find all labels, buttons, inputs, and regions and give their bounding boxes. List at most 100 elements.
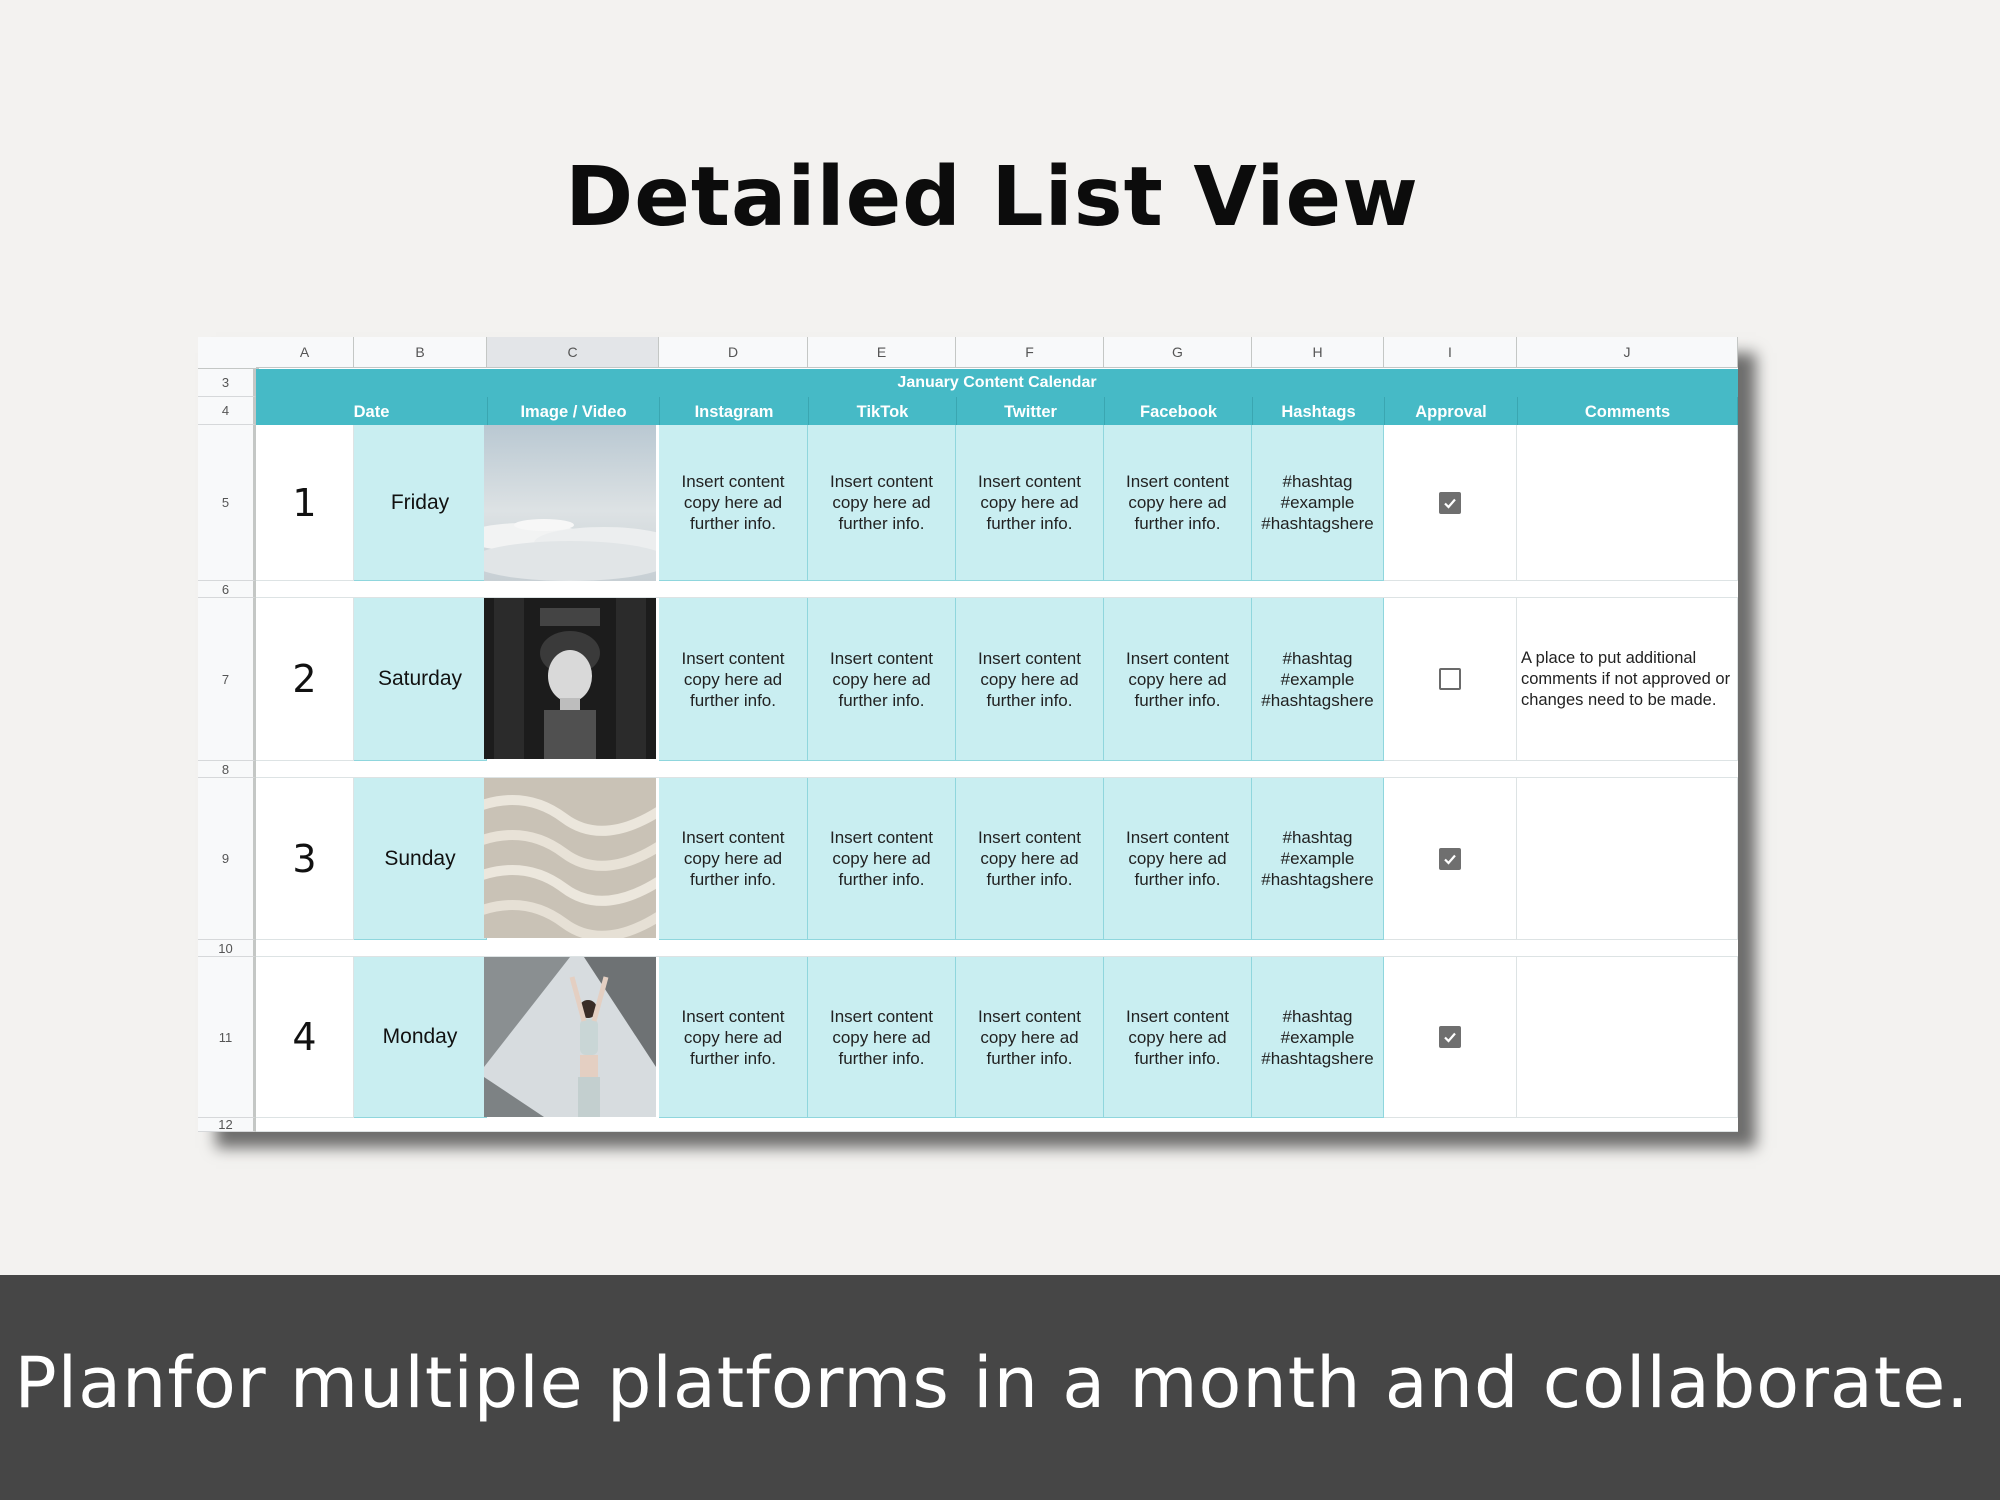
row-number-6[interactable]: 6 [198, 581, 256, 598]
header-tiktok[interactable]: TikTok [809, 397, 957, 425]
row-number-11[interactable]: 11 [198, 957, 256, 1118]
instagram-copy-text: Insert content copy here ad further info… [681, 472, 785, 533]
facebook-copy-cell[interactable]: Insert content copy here ad further info… [1104, 778, 1252, 940]
hashtags-text: #hashtag #example #hashtagshere [1255, 471, 1379, 534]
select-all-corner[interactable] [198, 337, 259, 369]
checkmark-icon [1444, 854, 1456, 865]
comment-cell[interactable] [1517, 957, 1738, 1118]
day-number-cell[interactable]: 4 [256, 957, 354, 1118]
day-number-cell[interactable]: 3 [256, 778, 354, 940]
comment-cell[interactable] [1517, 425, 1738, 581]
weekday-cell[interactable]: Monday [354, 957, 487, 1118]
weekday-cell[interactable]: Sunday [354, 778, 487, 940]
hashtag: #hashtagshere [1261, 1048, 1374, 1068]
facebook-copy-text: Insert content copy here ad further info… [1125, 648, 1229, 710]
facebook-copy-cell[interactable]: Insert content copy here ad further info… [1104, 425, 1252, 581]
tiktok-copy-cell[interactable]: Insert content copy here ad further info… [808, 957, 956, 1118]
hashtags-cell[interactable]: #hashtag #example #hashtagshere [1252, 598, 1384, 761]
row-number-4[interactable]: 4 [198, 397, 256, 425]
row-number-9[interactable]: 9 [198, 778, 256, 940]
twitter-copy-cell[interactable]: Insert content copy here ad further info… [956, 778, 1104, 940]
row-number-10[interactable]: 10 [198, 940, 256, 957]
hashtag: #hashtag [1282, 472, 1353, 491]
spacer-row[interactable] [256, 1118, 1738, 1132]
weekday-cell[interactable]: Saturday [354, 598, 487, 761]
spacer-row[interactable] [256, 940, 1738, 957]
media-thumbnail[interactable] [484, 957, 658, 1118]
header-comments[interactable]: Comments [1518, 397, 1738, 425]
header-twitter[interactable]: Twitter [957, 397, 1105, 425]
spacer-row[interactable] [256, 761, 1738, 778]
approval-checkbox-checked[interactable] [1439, 847, 1461, 870]
header-approval[interactable]: Approval [1385, 397, 1518, 425]
row-number-12[interactable]: 12 [198, 1118, 256, 1132]
approval-checkbox-unchecked[interactable] [1439, 668, 1461, 690]
spreadsheet: ABCDEFGHIJ 3 4 5 6 7 8 9 10 11 12 January Content… [198, 337, 1738, 1132]
comment-cell[interactable]: A place to put additional comments if no… [1517, 598, 1738, 761]
instagram-copy-text: Insert content copy here ad further info… [681, 1006, 785, 1068]
twitter-copy-cell[interactable]: Insert content copy here ad further info… [956, 957, 1104, 1118]
column-header-g[interactable]: G [1104, 337, 1252, 368]
instagram-copy-cell[interactable]: Insert content copy here ad further info… [659, 778, 808, 940]
column-header-e[interactable]: E [808, 337, 956, 368]
hashtag: #hashtagshere [1261, 690, 1374, 710]
header-facebook[interactable]: Facebook [1105, 397, 1253, 425]
weekday-cell[interactable]: Friday [354, 425, 487, 581]
tiktok-copy-cell[interactable]: Insert content copy here ad further info… [808, 778, 956, 940]
day-number-cell[interactable]: 1 [256, 425, 354, 581]
day-number-cell[interactable]: 2 [256, 598, 354, 761]
hashtags-cell[interactable]: #hashtag #example #hashtagshere [1252, 957, 1384, 1118]
media-thumbnail[interactable] [484, 425, 658, 581]
header-date[interactable]: Date [256, 397, 488, 425]
row-number-5[interactable]: 5 [198, 425, 256, 581]
hashtags-cell[interactable]: #hashtag #example #hashtagshere [1252, 778, 1384, 940]
instagram-copy-cell[interactable]: Insert content copy here ad further info… [659, 957, 808, 1118]
row-number-8[interactable]: 8 [198, 761, 256, 778]
hashtag: #hashtagshere [1261, 870, 1374, 889]
column-header-b[interactable]: B [354, 337, 487, 368]
media-thumbnail[interactable] [484, 598, 658, 761]
column-header-i[interactable]: I [1384, 337, 1517, 368]
day-number: 3 [292, 836, 317, 881]
hashtag: #hashtag [1282, 648, 1353, 668]
media-thumbnail[interactable] [484, 778, 658, 940]
hashtag: #hashtagshere [1261, 514, 1374, 533]
column-header-bar: ABCDEFGHIJ [198, 337, 1738, 369]
approval-checkbox-checked[interactable] [1439, 1026, 1461, 1048]
approval-checkbox-checked[interactable] [1439, 491, 1461, 514]
instagram-copy-cell[interactable]: Insert content copy here ad further info… [659, 598, 808, 761]
twitter-copy-cell[interactable]: Insert content copy here ad further info… [956, 598, 1104, 761]
facebook-copy-cell[interactable]: Insert content copy here ad further info… [1104, 957, 1252, 1118]
spacer-row[interactable] [256, 581, 1738, 598]
header-row: Date Image / Video Instagram TikTok Twit… [256, 397, 1738, 425]
twitter-copy-cell[interactable]: Insert content copy here ad further info… [956, 425, 1104, 581]
column-header-a[interactable]: A [256, 337, 354, 368]
column-header-f[interactable]: F [956, 337, 1104, 368]
calendar-banner[interactable]: January Content Calendar [256, 369, 1738, 397]
header-instagram[interactable]: Instagram [660, 397, 809, 425]
column-header-c[interactable]: C [487, 337, 659, 368]
day-number: 4 [292, 1015, 317, 1059]
comment-cell[interactable] [1517, 778, 1738, 940]
column-header-h[interactable]: H [1252, 337, 1384, 368]
hashtags-cell[interactable]: #hashtag #example #hashtagshere [1252, 425, 1384, 581]
column-header-j[interactable]: J [1517, 337, 1738, 368]
checkmark-icon [1444, 1032, 1456, 1043]
header-hashtags[interactable]: Hashtags [1253, 397, 1385, 425]
instagram-copy-text: Insert content copy here ad further info… [681, 648, 785, 710]
weekday-label: Monday [382, 1025, 458, 1048]
header-image-video[interactable]: Image / Video [488, 397, 660, 425]
approval-cell [1384, 598, 1517, 761]
facebook-copy-cell[interactable]: Insert content copy here ad further info… [1104, 598, 1252, 761]
hashtag: #hashtag [1282, 1006, 1353, 1026]
hashtags-text: #hashtag #example #hashtagshere [1255, 827, 1379, 890]
column-header-d[interactable]: D [659, 337, 808, 368]
row-number-3[interactable]: 3 [198, 369, 256, 397]
approval-cell [1384, 778, 1517, 940]
twitter-copy-text: Insert content copy here ad further info… [977, 648, 1081, 710]
weekday-label: Saturday [377, 667, 463, 690]
tiktok-copy-cell[interactable]: Insert content copy here ad further info… [808, 425, 956, 581]
tiktok-copy-cell[interactable]: Insert content copy here ad further info… [808, 598, 956, 761]
row-number-7[interactable]: 7 [198, 598, 256, 761]
instagram-copy-cell[interactable]: Insert content copy here ad further info… [659, 425, 808, 581]
